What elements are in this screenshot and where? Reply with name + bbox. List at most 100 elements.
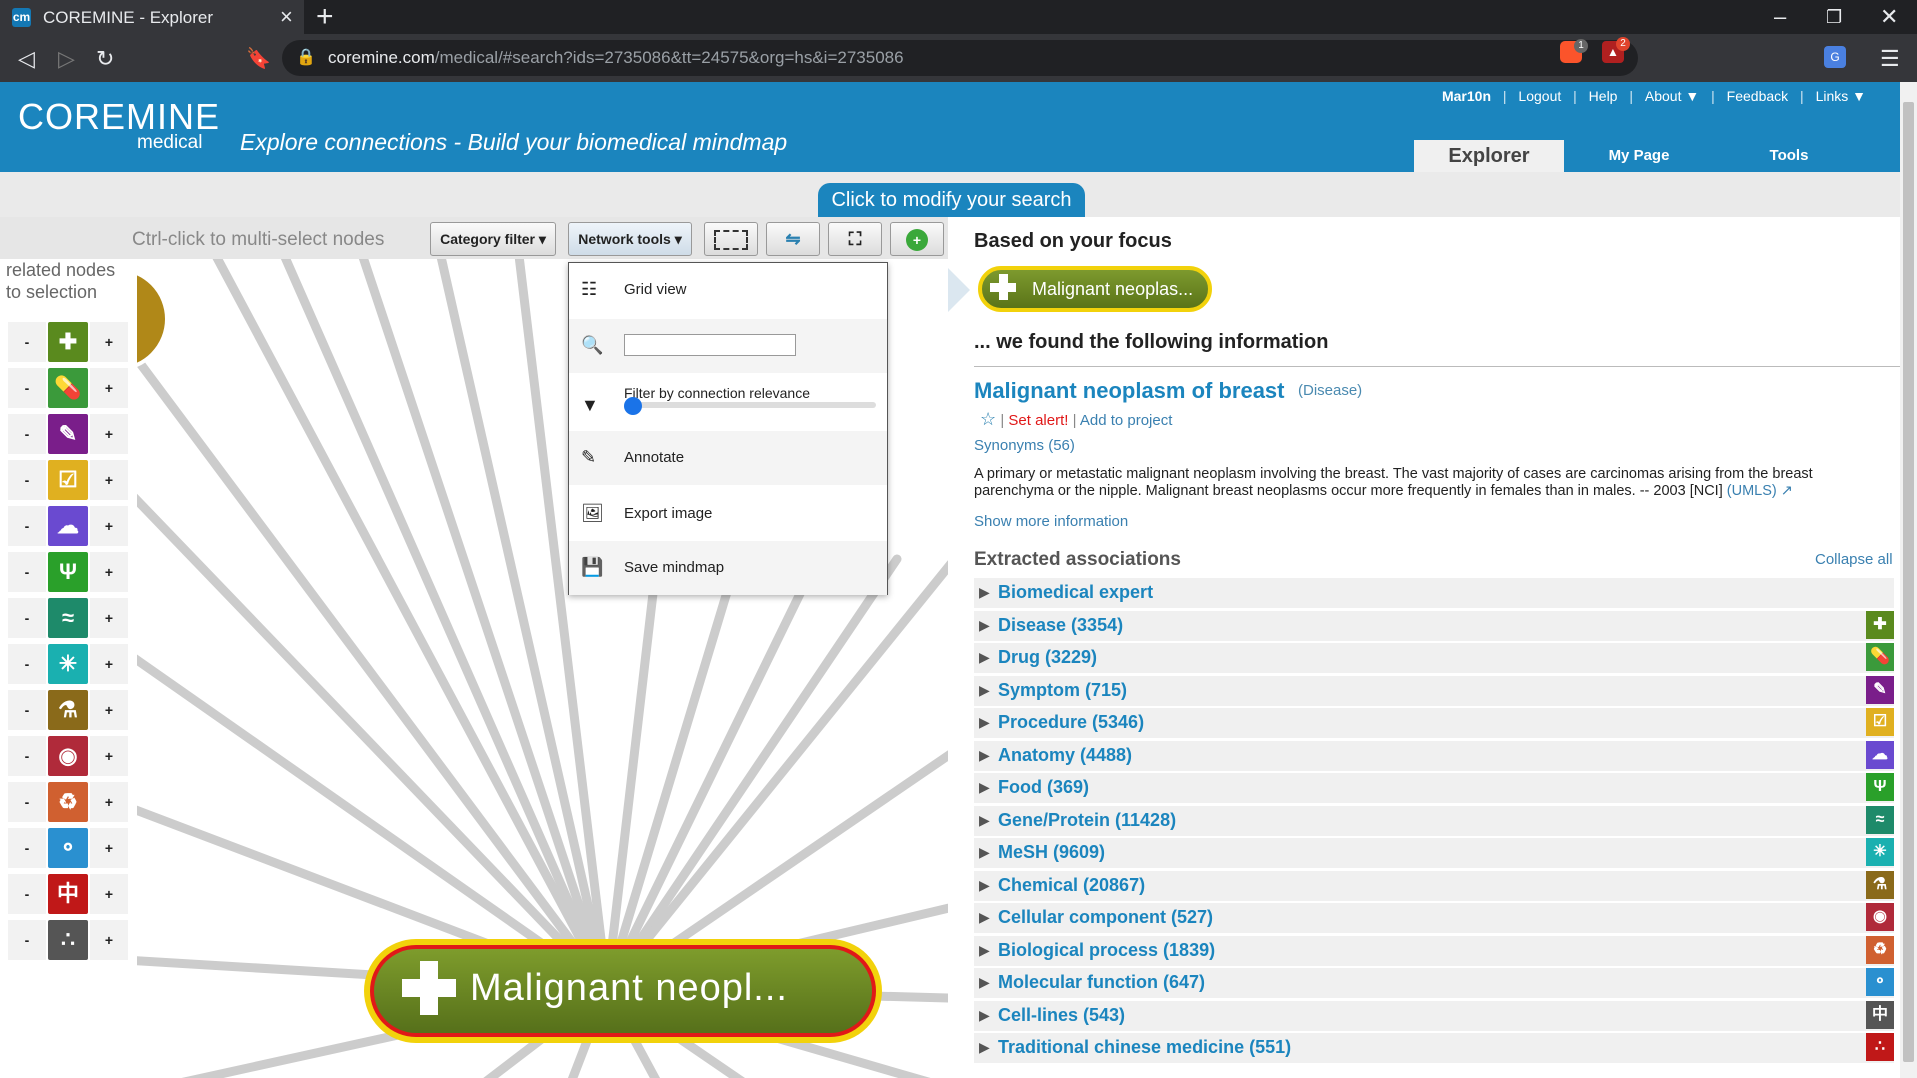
association-label[interactable]: Cell-lines (543) (998, 1005, 1125, 1026)
add-category-button[interactable]: + (90, 920, 128, 960)
add-node-button[interactable]: + (890, 222, 944, 256)
modify-search-button[interactable]: Click to modify your search (818, 183, 1085, 217)
node-search-input[interactable] (624, 334, 796, 356)
translate-icon[interactable]: G (1824, 46, 1846, 68)
expand-arrow-icon[interactable]: ▶ (979, 584, 990, 601)
restore-icon[interactable]: ❐ (1826, 7, 1842, 28)
pill-icon[interactable]: 💊 (48, 368, 88, 408)
links-menu[interactable]: Links ▼ (1816, 88, 1866, 104)
expand-arrow-icon[interactable]: ▶ (979, 812, 990, 829)
association-row[interactable]: ▶ Biological process (1839) ♻ (974, 935, 1894, 966)
page-scrollbar-thumb[interactable] (1903, 102, 1914, 1062)
brain-icon[interactable]: ☁ (48, 506, 88, 546)
association-row[interactable]: ▶ Chemical (20867) ⚗ (974, 870, 1894, 901)
association-row[interactable]: ▶ Anatomy (4488) ☁ (974, 740, 1894, 771)
concept-title[interactable]: Malignant neoplasm of breast (974, 378, 1285, 404)
remove-category-button[interactable]: - (8, 644, 46, 684)
browser-tab[interactable]: cm COREMINE - Explorer × (0, 0, 304, 34)
back-icon[interactable]: ◁ (18, 46, 35, 72)
association-label[interactable]: Biomedical expert (998, 582, 1153, 603)
remove-category-button[interactable]: - (8, 828, 46, 868)
association-row[interactable]: ▶ Drug (3229) 💊 (974, 643, 1894, 673)
tab-explorer[interactable]: Explorer (1414, 140, 1564, 172)
add-category-button[interactable]: + (90, 690, 128, 730)
relevance-slider-handle[interactable] (624, 397, 642, 415)
menu-item-export-image[interactable]: 🖼 Export image (569, 487, 887, 541)
add-category-button[interactable]: + (90, 460, 128, 500)
association-row[interactable]: ▶ Traditional chinese medicine (551) ∴ (974, 1033, 1894, 1063)
add-category-button[interactable]: + (90, 598, 128, 638)
add-category-button[interactable]: + (90, 644, 128, 684)
association-row[interactable]: ▶ MeSH (9609) ✳ (974, 838, 1894, 868)
minimize-icon[interactable]: – (1774, 4, 1786, 30)
association-row[interactable]: ▶ Molecular function (647) ⚬ (974, 968, 1894, 998)
expand-arrow-icon[interactable]: ▶ (979, 617, 990, 634)
association-row[interactable]: ▶ Biomedical expert (974, 578, 1894, 608)
association-label[interactable]: Anatomy (4488) (998, 745, 1132, 766)
menu-item-save-mindmap[interactable]: 💾 Save mindmap (569, 541, 887, 595)
expand-arrow-icon[interactable]: ▶ (979, 909, 990, 926)
association-row[interactable]: ▶ Cellular component (527) ◉ (974, 903, 1894, 933)
association-label[interactable]: MeSH (9609) (998, 842, 1105, 863)
add-category-button[interactable]: + (90, 736, 128, 776)
association-row[interactable]: ▶ Cell-lines (543) 中 (974, 1000, 1894, 1031)
remove-category-button[interactable]: - (8, 322, 46, 362)
layout-button[interactable]: ⇋ (766, 222, 820, 256)
association-label[interactable]: Procedure (5346) (998, 712, 1144, 733)
association-label[interactable]: Cellular component (527) (998, 907, 1213, 928)
association-label[interactable]: Biological process (1839) (998, 940, 1215, 961)
bookmark-icon[interactable]: 🔖 (246, 46, 271, 71)
tab-my-page[interactable]: My Page (1564, 140, 1714, 172)
add-category-button[interactable]: + (90, 368, 128, 408)
association-row[interactable]: ▶ Disease (3354) ✚ (974, 610, 1894, 641)
add-category-button[interactable]: + (90, 414, 128, 454)
category-filter-button[interactable]: Category filter ▾ (430, 222, 556, 256)
graph-node[interactable] (137, 269, 169, 369)
tree-icon[interactable]: ✳ (48, 644, 88, 684)
remove-category-button[interactable]: - (8, 690, 46, 730)
synonyms-link[interactable]: Synonyms (56) (974, 437, 1075, 454)
add-category-button[interactable]: + (90, 874, 128, 914)
center-node[interactable]: Malignant neopl... (364, 939, 882, 1043)
menu-item-grid-view[interactable]: ☷ Grid view (569, 263, 887, 317)
add-category-button[interactable]: + (90, 782, 128, 822)
expand-arrow-icon[interactable]: ▶ (979, 844, 990, 861)
show-more-link[interactable]: Show more information (974, 513, 1128, 530)
association-row[interactable]: ▶ Gene/Protein (11428) ≈ (974, 805, 1894, 836)
add-category-button[interactable]: + (90, 828, 128, 868)
association-label[interactable]: Traditional chinese medicine (551) (998, 1037, 1291, 1058)
rewards-icon[interactable]: ▲ 2 (1602, 37, 1630, 63)
expand-arrow-icon[interactable]: ▶ (979, 747, 990, 764)
umls-link[interactable]: (UMLS) (1727, 483, 1777, 499)
add-category-button[interactable]: + (90, 322, 128, 362)
expand-arrow-icon[interactable]: ▶ (979, 942, 990, 959)
flask-icon[interactable]: ⚗ (48, 690, 88, 730)
remove-category-button[interactable]: - (8, 598, 46, 638)
star-icon[interactable]: ☆ (980, 409, 996, 429)
association-label[interactable]: Disease (3354) (998, 615, 1123, 636)
add-to-project-link[interactable]: Add to project (1080, 412, 1173, 429)
association-label[interactable]: Drug (3229) (998, 647, 1097, 668)
expand-arrow-icon[interactable]: ▶ (979, 974, 990, 991)
expand-arrow-icon[interactable]: ▶ (979, 682, 990, 699)
logout-link[interactable]: Logout (1518, 88, 1561, 104)
url-bar[interactable]: 🔒 coremine.com/medical/#search?ids=27350… (282, 40, 1638, 76)
user-link[interactable]: Mar10n (1442, 88, 1491, 104)
remove-category-button[interactable]: - (8, 414, 46, 454)
syringe-icon[interactable]: ✎ (48, 414, 88, 454)
expand-arrow-icon[interactable]: ▶ (979, 649, 990, 666)
add-category-button[interactable]: + (90, 552, 128, 592)
external-link-icon[interactable]: ↗ (1781, 483, 1793, 499)
expand-arrow-icon[interactable]: ▶ (979, 714, 990, 731)
gene-icon[interactable]: ≈ (48, 598, 88, 638)
association-label[interactable]: Molecular function (647) (998, 972, 1205, 993)
association-row[interactable]: ▶ Procedure (5346) ☑ (974, 708, 1894, 738)
remove-category-button[interactable]: - (8, 782, 46, 822)
remove-category-button[interactable]: - (8, 506, 46, 546)
checklist-icon[interactable]: ☑ (48, 460, 88, 500)
association-label[interactable]: Symptom (715) (998, 680, 1127, 701)
plus-icon[interactable]: ✚ (48, 322, 88, 362)
focus-node-button[interactable]: Malignant neoplas... (978, 266, 1212, 312)
lasso-select-button[interactable] (704, 222, 758, 256)
remove-category-button[interactable]: - (8, 552, 46, 592)
